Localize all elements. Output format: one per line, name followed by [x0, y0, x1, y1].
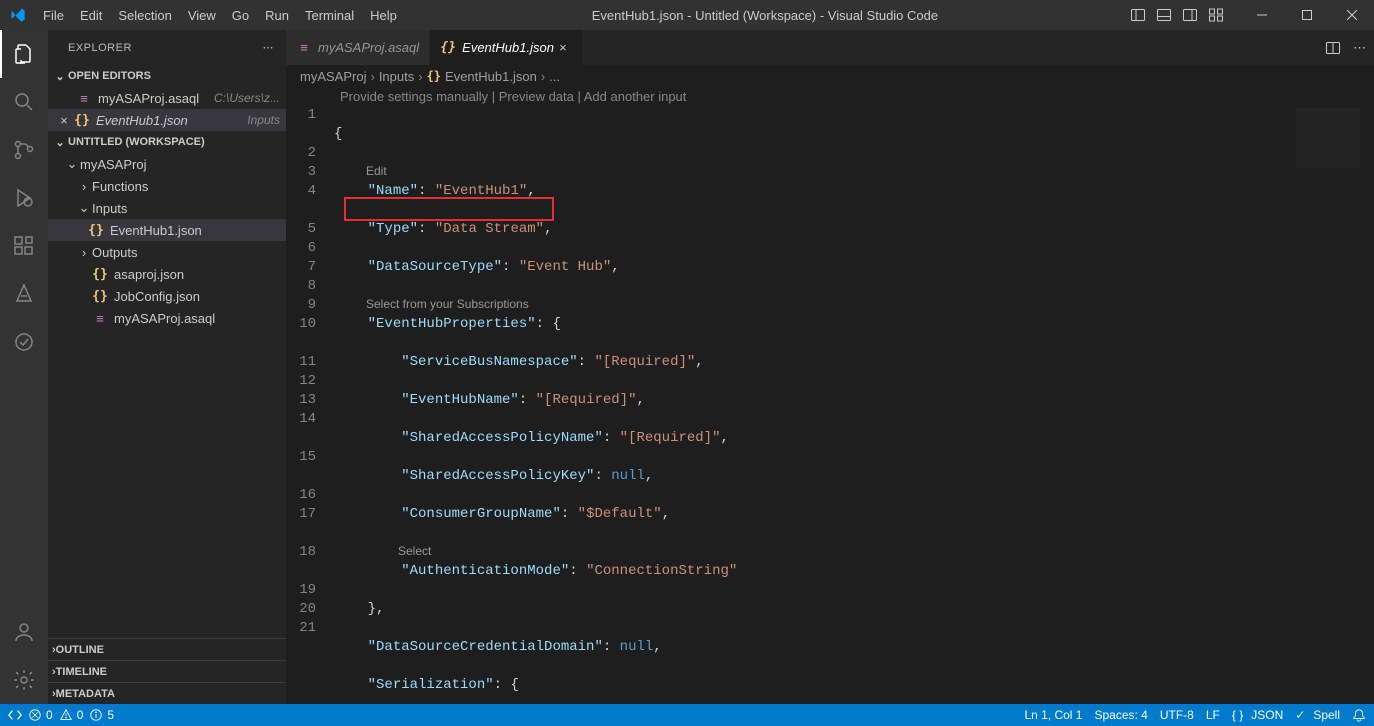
chevron-right-icon: ›	[76, 241, 92, 263]
tree-folder-inputs[interactable]: ⌄ Inputs	[48, 197, 286, 219]
menu-run[interactable]: Run	[257, 0, 297, 30]
toggle-secondary-sidebar-icon[interactable]	[1179, 4, 1201, 26]
remote-indicator[interactable]	[8, 708, 22, 722]
settings-gear-icon[interactable]	[0, 656, 48, 704]
menu-edit[interactable]: Edit	[72, 0, 110, 30]
code-lens-top[interactable]: Provide settings manually | Preview data…	[286, 87, 1374, 106]
warnings-count[interactable]: 0	[59, 708, 84, 722]
code-content[interactable]: { Edit "Name": "EventHub1", "Type": "Dat…	[334, 106, 1374, 704]
menu-bar: File Edit Selection View Go Run Terminal…	[35, 0, 405, 30]
chevron-right-icon: ›	[76, 175, 92, 197]
sql-file-icon: ≡	[92, 310, 108, 326]
chevron-down-icon: ⌄	[52, 136, 68, 149]
sql-file-icon: ≡	[76, 90, 92, 106]
more-actions-icon[interactable]: ⋯	[1353, 40, 1366, 56]
encoding[interactable]: UTF-8	[1160, 708, 1194, 722]
language-mode[interactable]: { }JSON	[1232, 708, 1283, 722]
explorer-more-icon[interactable]: ⋯	[263, 41, 275, 54]
json-file-icon: {}	[88, 222, 104, 238]
line-numbers: 1 2 3 4 5 6 7 8 9 10 11 12 13 14 15	[286, 106, 334, 704]
tree-file-asaproj[interactable]: {} asaproj.json	[48, 263, 286, 285]
eol[interactable]: LF	[1206, 708, 1220, 722]
cursor-position[interactable]: Ln 1, Col 1	[1024, 708, 1082, 722]
extensions-icon[interactable]	[0, 222, 48, 270]
chevron-down-icon: ⌄	[52, 70, 68, 83]
layout-controls	[1125, 4, 1229, 26]
accounts-icon[interactable]	[0, 608, 48, 656]
chevron-down-icon: ⌄	[76, 197, 92, 219]
tree-folder-outputs[interactable]: › Outputs	[48, 241, 286, 263]
json-file-icon: {}	[74, 112, 90, 128]
sql-file-icon: ≡	[296, 40, 312, 56]
search-icon[interactable]	[0, 78, 48, 126]
customize-layout-icon[interactable]	[1205, 4, 1227, 26]
close-button[interactable]	[1329, 0, 1374, 30]
source-control-icon[interactable]	[0, 126, 48, 174]
testing-icon[interactable]	[0, 318, 48, 366]
tab-asaql[interactable]: ≡ myASAProj.asaql	[286, 30, 430, 65]
explorer-icon[interactable]	[0, 30, 48, 78]
outline-section-header[interactable]: › OUTLINE	[48, 638, 286, 660]
close-tab-icon[interactable]: ×	[554, 40, 572, 55]
spell-check[interactable]: ✓Spell	[1295, 708, 1340, 722]
errors-count[interactable]: 0	[28, 708, 53, 722]
run-debug-icon[interactable]	[0, 174, 48, 222]
menu-terminal[interactable]: Terminal	[297, 0, 362, 30]
minimize-button[interactable]	[1239, 0, 1284, 30]
tab-eventhub-json[interactable]: {} EventHub1.json ×	[430, 30, 583, 65]
status-bar: 0 0 5 Ln 1, Col 1 Spaces: 4 UTF-8 LF { }…	[0, 704, 1374, 726]
tree-file-jobconfig[interactable]: {} JobConfig.json	[48, 285, 286, 307]
menu-selection[interactable]: Selection	[110, 0, 179, 30]
open-editor-item[interactable]: ≡ myASAProj.asaql C:\Users\z...	[48, 87, 286, 109]
tree-file-asaql[interactable]: ≡ myASAProj.asaql	[48, 307, 286, 329]
codelens-edit[interactable]: Edit	[334, 164, 387, 178]
breadcrumbs[interactable]: myASAProj › Inputs › {} EventHub1.json ›…	[286, 65, 1374, 87]
indentation[interactable]: Spaces: 4	[1094, 708, 1147, 722]
json-file-icon: {}	[92, 266, 108, 282]
menu-go[interactable]: Go	[224, 0, 257, 30]
window-controls	[1239, 0, 1374, 30]
workspace-header[interactable]: ⌄ UNTITLED (WORKSPACE)	[48, 131, 286, 153]
explorer-title: EXPLORER	[68, 42, 263, 54]
menu-view[interactable]: View	[180, 0, 224, 30]
explorer-header: EXPLORER ⋯	[48, 30, 286, 65]
explorer-sidebar: EXPLORER ⋯ ⌄ OPEN EDITORS ≡ myASAProj.as…	[48, 30, 286, 704]
json-file-icon: {}	[440, 40, 456, 56]
open-editor-item[interactable]: × {} EventHub1.json Inputs	[48, 109, 286, 131]
close-editor-icon[interactable]: ×	[54, 113, 74, 128]
open-editors-header[interactable]: ⌄ OPEN EDITORS	[48, 65, 286, 87]
minimap[interactable]	[1296, 108, 1360, 168]
maximize-button[interactable]	[1284, 0, 1329, 30]
azure-icon[interactable]	[0, 270, 48, 318]
editor-body[interactable]: 1 2 3 4 5 6 7 8 9 10 11 12 13 14 15	[286, 106, 1374, 704]
menu-file[interactable]: File	[35, 0, 72, 30]
tree-file-eventhub[interactable]: {} EventHub1.json	[48, 219, 286, 241]
codelens-select-subscriptions[interactable]: Select from your Subscriptions	[334, 297, 529, 311]
window-title: EventHub1.json - Untitled (Workspace) - …	[405, 8, 1125, 23]
codelens-select[interactable]: Select	[334, 544, 431, 558]
activity-bar	[0, 30, 48, 704]
toggle-panel-icon[interactable]	[1153, 4, 1175, 26]
json-file-icon: {}	[92, 288, 108, 304]
json-file-icon: {}	[427, 69, 441, 83]
notifications-icon[interactable]	[1352, 708, 1366, 722]
split-editor-icon[interactable]	[1325, 40, 1341, 56]
title-bar: File Edit Selection View Go Run Terminal…	[0, 0, 1374, 30]
editor-tabs: ≡ myASAProj.asaql {} EventHub1.json × ⋯	[286, 30, 1374, 65]
info-count[interactable]: 5	[89, 708, 114, 722]
editor-area: ≡ myASAProj.asaql {} EventHub1.json × ⋯ …	[286, 30, 1374, 704]
timeline-section-header[interactable]: › TIMELINE	[48, 660, 286, 682]
metadata-section-header[interactable]: › METADATA	[48, 682, 286, 704]
menu-help[interactable]: Help	[362, 0, 405, 30]
tree-folder-functions[interactable]: › Functions	[48, 175, 286, 197]
vscode-logo-icon	[0, 7, 35, 23]
tree-folder-project[interactable]: ⌄ myASAProj	[48, 153, 286, 175]
toggle-primary-sidebar-icon[interactable]	[1127, 4, 1149, 26]
chevron-down-icon: ⌄	[64, 153, 80, 175]
